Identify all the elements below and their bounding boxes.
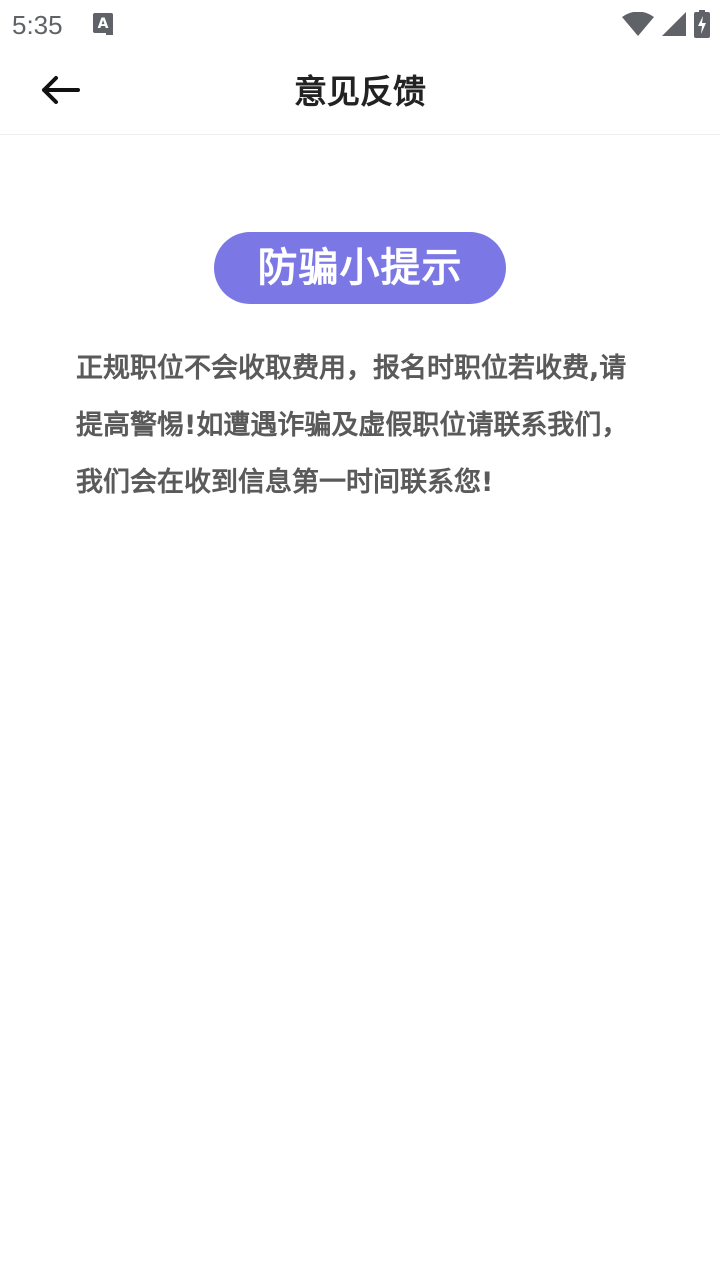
notification-a-icon: A: [93, 13, 113, 35]
status-time: 5:35: [12, 10, 63, 40]
page-title: 意见反馈: [294, 72, 426, 111]
anti-fraud-tip-badge: 防骗小提示: [214, 232, 506, 304]
app-bar: 意见反馈: [0, 48, 720, 135]
svg-text:A: A: [98, 16, 109, 32]
feedback-screen: 5:35 A 意见反馈 防骗小提示 正规职位不会收取费用，报名时职位若收费,请提…: [0, 0, 720, 1280]
battery-charging-icon: [694, 10, 710, 38]
wifi-icon: [622, 12, 654, 36]
anti-fraud-notice-text: 正规职位不会收取费用，报名时职位若收费,请提高警惕!如遭遇诈骗及虚假职位请联系我…: [76, 353, 629, 498]
status-icons: [622, 10, 710, 38]
cellular-signal-icon: [662, 12, 686, 36]
status-bar: 5:35 A: [0, 0, 720, 48]
